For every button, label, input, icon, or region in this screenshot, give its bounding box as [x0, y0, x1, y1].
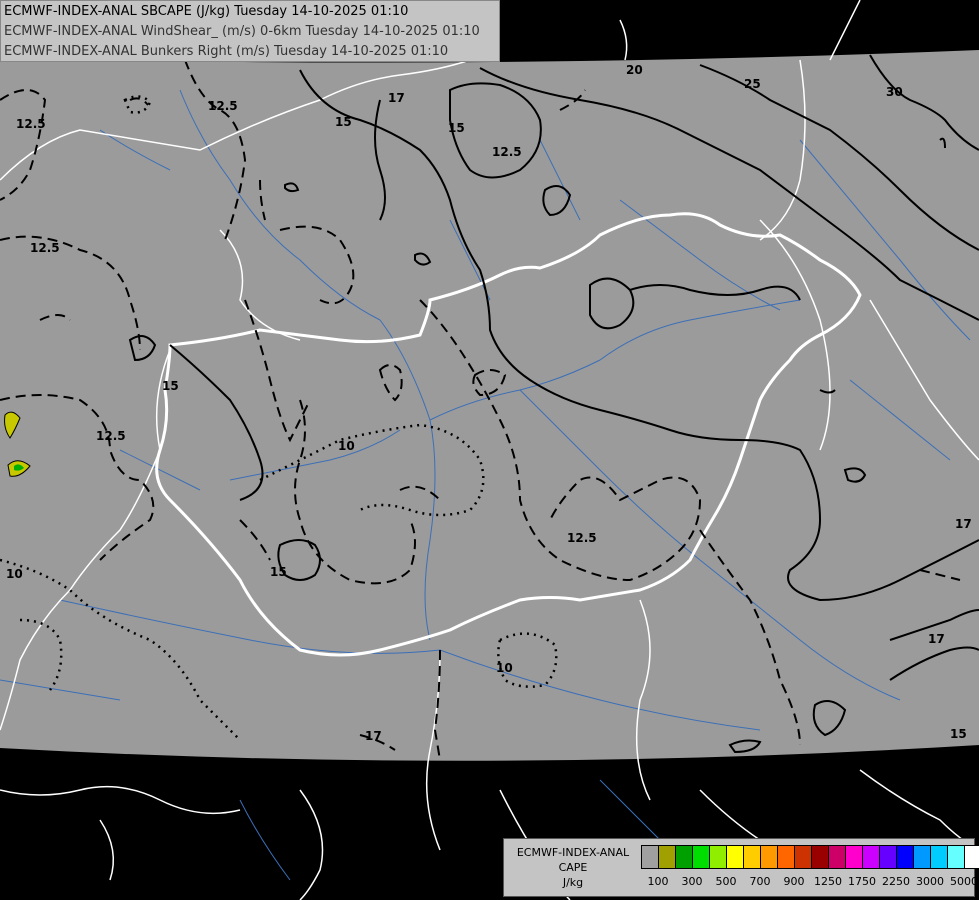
title-windshear: ECMWF-INDEX-ANAL WindShear_ (m/s) 0-6km … — [4, 24, 480, 39]
contour-label: 10 — [496, 661, 513, 675]
contour-label: 15 — [162, 379, 179, 393]
contour-label: 12.5 — [96, 429, 126, 443]
title-bunkers: ECMWF-INDEX-ANAL Bunkers Right (m/s) Tue… — [4, 44, 449, 59]
legend-swatch — [761, 846, 778, 868]
contour-label: 17 — [388, 91, 405, 105]
contour-label: 12.5 — [492, 145, 522, 159]
legend-swatch — [829, 846, 846, 868]
data-domain — [0, 50, 979, 761]
contour-label: 15 — [270, 565, 287, 579]
contour-label: 10 — [6, 567, 23, 581]
legend-swatch — [914, 846, 931, 868]
legend-tick-label: 900 — [783, 875, 805, 888]
legend-tick-label: 5000 — [950, 875, 978, 888]
legend-swatch — [676, 846, 693, 868]
legend-swatch — [710, 846, 727, 868]
title-box: ECMWF-INDEX-ANAL SBCAPE (J/kg) Tuesday 1… — [0, 0, 500, 62]
legend-model: ECMWF-INDEX-ANAL — [516, 846, 630, 859]
contour-label: 15 — [448, 121, 465, 135]
legend-swatch — [948, 846, 965, 868]
contour-label: 15 — [335, 115, 352, 129]
contour-label: 15 — [950, 727, 967, 741]
contour-label: 12.5 — [30, 241, 60, 255]
legend-tick-label: 1750 — [848, 875, 876, 888]
legend-variable: CAPE — [558, 861, 588, 874]
legend-swatch — [863, 846, 880, 868]
legend-tick-label: 1250 — [814, 875, 842, 888]
legend-swatch — [880, 846, 897, 868]
legend-swatch — [795, 846, 812, 868]
legend-swatch — [778, 846, 795, 868]
color-legend: ECMWF-INDEX-ANAL CAPE J/kg 100 300 500 700 9… — [503, 838, 979, 897]
legend-swatch — [812, 846, 829, 868]
legend-ticks: 100 300 500 700 900 1250 1750 2250 3000 5000 — [641, 875, 979, 889]
contour-label: 30 — [886, 85, 903, 99]
legend-tick-label: 2250 — [882, 875, 910, 888]
legend-swatch — [693, 846, 710, 868]
contour-label: 17 — [928, 632, 945, 646]
legend-swatch — [744, 846, 761, 868]
legend-tick-label: 3000 — [916, 875, 944, 888]
legend-swatch — [642, 846, 659, 868]
legend-tick-label: 500 — [715, 875, 737, 888]
map-canvas: 30 25 20 17 15 15 12.5 12.5 12.5 12.5 12… — [0, 0, 979, 900]
contour-label: 10 — [338, 439, 355, 453]
title-sbcape: ECMWF-INDEX-ANAL SBCAPE (J/kg) Tuesday 1… — [4, 4, 409, 19]
legend-swatch — [965, 846, 979, 868]
legend-swatch — [931, 846, 948, 868]
legend-swatches — [641, 845, 979, 869]
legend-swatch — [846, 846, 863, 868]
legend-tick-label: 100 — [647, 875, 669, 888]
legend-tick-label: 700 — [749, 875, 771, 888]
contour-label: 12.5 — [16, 117, 46, 131]
legend-swatch — [897, 846, 914, 868]
legend-swatch — [659, 846, 676, 868]
contour-label: 12.5 — [208, 99, 238, 113]
contour-label: 17 — [365, 729, 382, 743]
legend-swatch — [727, 846, 744, 868]
legend-title: ECMWF-INDEX-ANAL CAPE J/kg — [506, 845, 640, 890]
contour-label: 17 — [955, 517, 972, 531]
legend-unit: J/kg — [562, 876, 584, 889]
legend-tick-label: 300 — [681, 875, 703, 888]
contour-label: 20 — [626, 63, 643, 77]
contour-label: 12.5 — [567, 531, 597, 545]
contour-label: 25 — [744, 77, 761, 91]
